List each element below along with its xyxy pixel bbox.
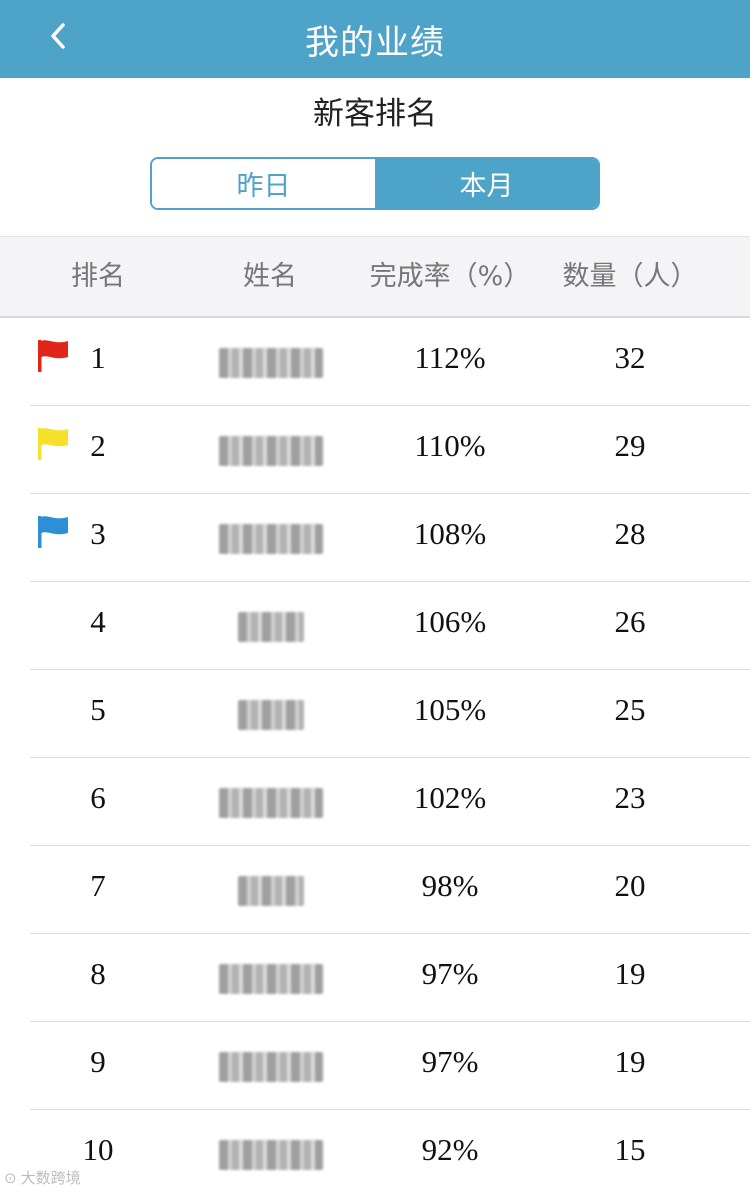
blurred-name	[214, 420, 328, 482]
customer-count: 23	[614, 780, 646, 815]
completion-rate: 92%	[421, 1132, 479, 1167]
completion-rate: 112%	[414, 340, 486, 375]
watermark-logo-icon: ⊙	[4, 1168, 17, 1187]
customer-count: 15	[614, 1132, 646, 1167]
customer-count: 19	[614, 1044, 646, 1079]
table-row[interactable]: 6 102% 23	[0, 758, 750, 846]
completion-rate: 102%	[413, 780, 487, 815]
period-segmented-control: 昨日 本月	[150, 157, 600, 210]
section-title: 新客排名	[313, 96, 437, 132]
blurred-name	[214, 508, 328, 570]
customer-count: 26	[614, 604, 646, 639]
yellow-flag-icon	[38, 428, 68, 460]
header-count: 数量（人）	[562, 261, 698, 292]
chevron-left-icon	[51, 23, 65, 49]
watermark-text: 大数跨境	[20, 1169, 81, 1187]
header-rank: 排名	[71, 261, 125, 292]
page-title: 我的业绩	[305, 22, 445, 63]
table-row[interactable]: 1 112% 32	[0, 318, 750, 406]
completion-rate: 97%	[421, 1044, 479, 1079]
ranking-list: 1 112% 32 2 110% 29 3 108% 28 4 106% 26	[0, 318, 750, 1194]
tab-yesterday[interactable]: 昨日	[152, 159, 375, 208]
rank-number: 3	[90, 516, 106, 551]
blurred-name	[214, 596, 328, 658]
blurred-name	[214, 860, 328, 922]
table-row[interactable]: 10 92% 15	[0, 1110, 750, 1194]
table-row[interactable]: 8 97% 19	[0, 934, 750, 1022]
completion-rate: 98%	[421, 868, 479, 903]
completion-rate: 106%	[413, 604, 487, 639]
red-flag-icon	[38, 340, 68, 372]
blurred-name	[214, 1124, 328, 1186]
rank-number: 5	[90, 692, 106, 727]
blurred-name	[214, 1036, 328, 1098]
blue-flag-icon	[38, 516, 68, 548]
header-rate: 完成率（%）	[369, 261, 531, 292]
completion-rate: 110%	[414, 428, 486, 463]
rank-number: 8	[90, 956, 106, 991]
table-row[interactable]: 2 110% 29	[0, 406, 750, 494]
blurred-name	[214, 684, 328, 746]
top-navbar: 我的业绩	[0, 0, 750, 78]
tab-this-month[interactable]: 本月	[375, 159, 598, 208]
rank-number: 4	[90, 604, 106, 639]
customer-count: 19	[614, 956, 646, 991]
rank-number: 9	[90, 1044, 106, 1079]
rank-number: 7	[90, 868, 106, 903]
back-button[interactable]	[38, 16, 78, 56]
customer-count: 20	[614, 868, 646, 903]
customer-count: 25	[614, 692, 646, 727]
watermark: ⊙ 大数跨境	[4, 1167, 81, 1188]
rank-number: 1	[90, 340, 106, 375]
blurred-name	[214, 772, 328, 834]
completion-rate: 105%	[413, 692, 487, 727]
table-row[interactable]: 3 108% 28	[0, 494, 750, 582]
completion-rate: 97%	[421, 956, 479, 991]
customer-count: 32	[614, 340, 646, 375]
table-row[interactable]: 9 97% 19	[0, 1022, 750, 1110]
rank-number: 6	[90, 780, 106, 815]
rank-number: 2	[90, 428, 106, 463]
completion-rate: 108%	[413, 516, 487, 551]
customer-count: 29	[614, 428, 646, 463]
customer-count: 28	[614, 516, 646, 551]
blurred-name	[214, 332, 328, 394]
blurred-name	[214, 948, 328, 1010]
table-row[interactable]: 5 105% 25	[0, 670, 750, 758]
table-row[interactable]: 7 98% 20	[0, 846, 750, 934]
table-header: 排名 姓名 完成率（%） 数量（人）	[0, 236, 750, 318]
table-row[interactable]: 4 106% 26	[0, 582, 750, 670]
